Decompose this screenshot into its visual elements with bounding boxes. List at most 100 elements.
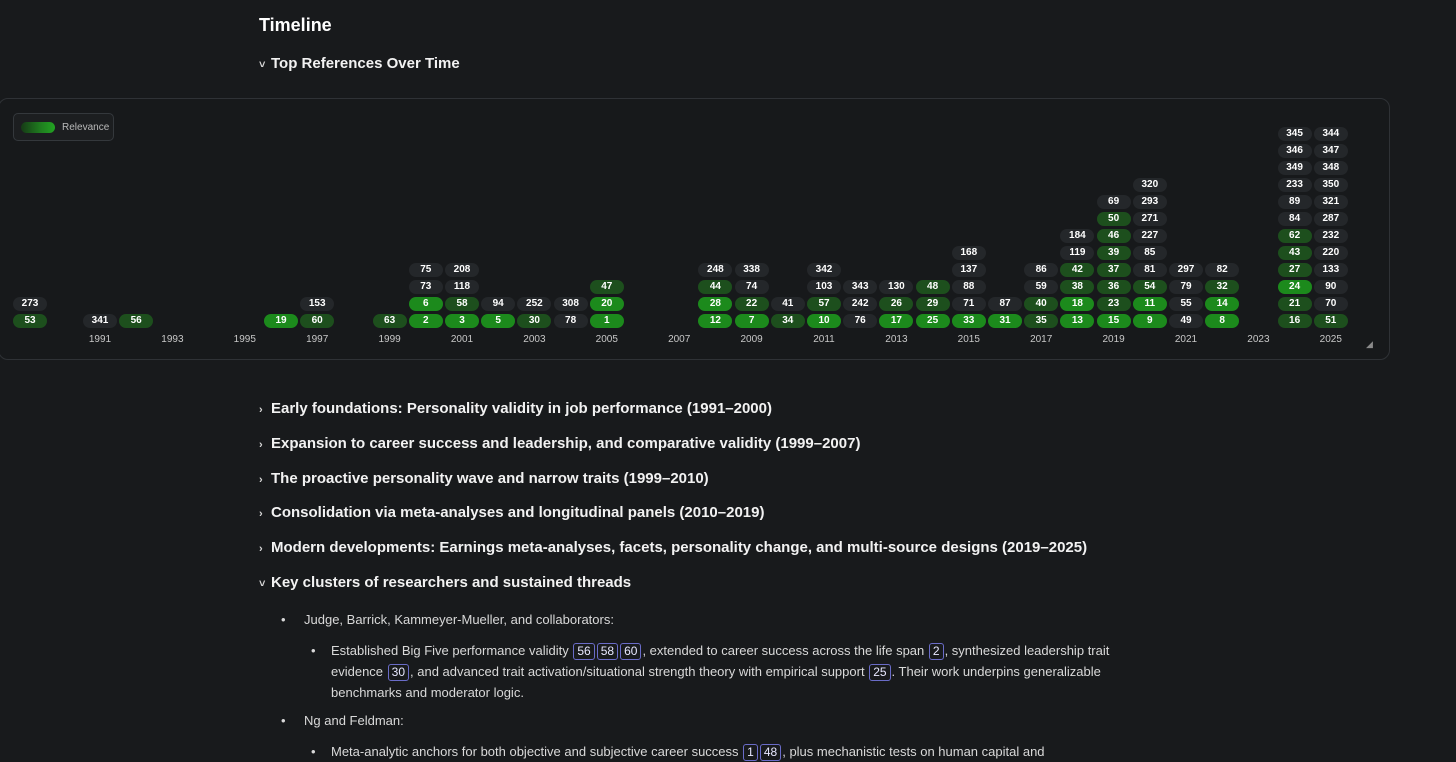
- reference-pill[interactable]: 29: [915, 297, 950, 311]
- reference-pill[interactable]: 252: [517, 297, 552, 311]
- resize-handle-icon[interactable]: ◢: [1366, 339, 1373, 350]
- reference-pill[interactable]: 3: [445, 314, 479, 328]
- reference-pill[interactable]: 43: [1277, 246, 1312, 260]
- reference-pill[interactable]: 33: [951, 314, 986, 328]
- reference-pill[interactable]: 12: [698, 314, 733, 328]
- reference-pill[interactable]: 308: [553, 297, 588, 311]
- reference-pill[interactable]: 75: [408, 263, 443, 277]
- reference-pill[interactable]: 78: [553, 314, 588, 328]
- reference-pill[interactable]: 60: [300, 314, 335, 328]
- citation-ref[interactable]: 2: [928, 643, 944, 660]
- reference-pill[interactable]: 71: [951, 297, 986, 311]
- reference-pill[interactable]: 15: [1096, 314, 1131, 328]
- reference-pill[interactable]: 69: [1096, 195, 1131, 209]
- reference-pill[interactable]: 2: [408, 314, 443, 328]
- reference-pill[interactable]: 17: [879, 314, 914, 328]
- reference-pill[interactable]: 82: [1205, 263, 1240, 277]
- reference-pill[interactable]: 220: [1313, 246, 1348, 260]
- reference-pill[interactable]: 341: [83, 314, 117, 328]
- reference-pill[interactable]: 338: [734, 263, 769, 277]
- reference-pill[interactable]: 19: [264, 314, 298, 328]
- citation-ref[interactable]: 58: [596, 643, 619, 660]
- reference-pill[interactable]: 271: [1132, 212, 1167, 226]
- reference-pill[interactable]: 208: [445, 263, 479, 277]
- reference-pill[interactable]: 133: [1313, 263, 1348, 277]
- reference-pill[interactable]: 54: [1132, 280, 1167, 294]
- reference-pill[interactable]: 46: [1096, 229, 1131, 243]
- reference-pill[interactable]: 41: [770, 297, 805, 311]
- reference-pill[interactable]: 73: [408, 280, 443, 294]
- reference-pill[interactable]: 184: [1060, 229, 1095, 243]
- reference-pill[interactable]: 348: [1313, 161, 1348, 175]
- reference-pill[interactable]: 89: [1277, 195, 1312, 209]
- reference-pill[interactable]: 350: [1313, 178, 1348, 192]
- citation-ref[interactable]: 48: [759, 744, 782, 761]
- reference-pill[interactable]: 119: [1060, 246, 1095, 260]
- reference-pill[interactable]: 153: [300, 297, 335, 311]
- reference-pill[interactable]: 103: [807, 280, 841, 294]
- reference-pill[interactable]: 6: [408, 297, 443, 311]
- reference-pill[interactable]: 1: [589, 314, 624, 328]
- reference-pill[interactable]: 20: [589, 297, 624, 311]
- reference-pill[interactable]: 44: [698, 280, 733, 294]
- section-toggle-key-clusters[interactable]: ˅ Key clusters of researchers and sustain…: [259, 574, 631, 591]
- reference-pill[interactable]: 34: [770, 314, 805, 328]
- reference-pill[interactable]: 79: [1169, 280, 1203, 294]
- reference-pill[interactable]: 85: [1132, 246, 1167, 260]
- section-toggle-proactive[interactable]: › The proactive personality wave and narr…: [259, 470, 709, 487]
- section-toggle-consolidation[interactable]: › Consolidation via meta-analyses and lon…: [259, 504, 764, 521]
- reference-pill[interactable]: 233: [1277, 178, 1312, 192]
- reference-pill[interactable]: 84: [1277, 212, 1312, 226]
- citation-ref[interactable]: 60: [620, 643, 642, 660]
- reference-pill[interactable]: 62: [1277, 229, 1312, 243]
- reference-pill[interactable]: 349: [1277, 161, 1312, 175]
- reference-pill[interactable]: 10: [807, 314, 841, 328]
- reference-pill[interactable]: 87: [988, 297, 1022, 311]
- reference-pill[interactable]: 56: [119, 314, 154, 328]
- reference-pill[interactable]: 26: [879, 297, 914, 311]
- reference-pill[interactable]: 42: [1060, 263, 1095, 277]
- reference-pill[interactable]: 27: [1277, 263, 1312, 277]
- reference-pill[interactable]: 48: [915, 280, 950, 294]
- reference-pill[interactable]: 63: [372, 314, 407, 328]
- reference-pill[interactable]: 168: [951, 246, 986, 260]
- reference-pill[interactable]: 287: [1313, 212, 1348, 226]
- reference-pill[interactable]: 343: [843, 280, 878, 294]
- reference-pill[interactable]: 21: [1277, 297, 1312, 311]
- reference-pill[interactable]: 90: [1313, 280, 1348, 294]
- reference-pill[interactable]: 118: [445, 280, 479, 294]
- reference-pill[interactable]: 49: [1169, 314, 1203, 328]
- reference-pill[interactable]: 9: [1132, 314, 1167, 328]
- reference-pill[interactable]: 39: [1096, 246, 1131, 260]
- reference-pill[interactable]: 321: [1313, 195, 1348, 209]
- citation-ref[interactable]: 30: [387, 664, 410, 681]
- reference-pill[interactable]: 18: [1060, 297, 1095, 311]
- reference-pill[interactable]: 227: [1132, 229, 1167, 243]
- reference-pill[interactable]: 53: [13, 314, 47, 328]
- reference-pill[interactable]: 342: [807, 263, 841, 277]
- reference-pill[interactable]: 22: [734, 297, 769, 311]
- reference-pill[interactable]: 32: [1205, 280, 1240, 294]
- reference-pill[interactable]: 86: [1024, 263, 1059, 277]
- reference-pill[interactable]: 38: [1060, 280, 1095, 294]
- reference-pill[interactable]: 344: [1313, 127, 1348, 141]
- reference-pill[interactable]: 55: [1169, 297, 1203, 311]
- reference-pill[interactable]: 28: [698, 297, 733, 311]
- reference-pill[interactable]: 16: [1277, 314, 1312, 328]
- reference-pill[interactable]: 346: [1277, 144, 1312, 158]
- reference-pill[interactable]: 137: [951, 263, 986, 277]
- reference-pill[interactable]: 13: [1060, 314, 1095, 328]
- reference-pill[interactable]: 130: [879, 280, 914, 294]
- reference-pill[interactable]: 47: [589, 280, 624, 294]
- reference-pill[interactable]: 11: [1132, 297, 1167, 311]
- reference-pill[interactable]: 57: [807, 297, 841, 311]
- reference-pill[interactable]: 293: [1132, 195, 1167, 209]
- reference-pill[interactable]: 24: [1277, 280, 1312, 294]
- reference-pill[interactable]: 58: [445, 297, 479, 311]
- reference-pill[interactable]: 51: [1313, 314, 1348, 328]
- reference-pill[interactable]: 345: [1277, 127, 1312, 141]
- reference-pill[interactable]: 25: [915, 314, 950, 328]
- reference-pill[interactable]: 297: [1169, 263, 1203, 277]
- reference-pill[interactable]: 35: [1024, 314, 1059, 328]
- reference-pill[interactable]: 242: [843, 297, 878, 311]
